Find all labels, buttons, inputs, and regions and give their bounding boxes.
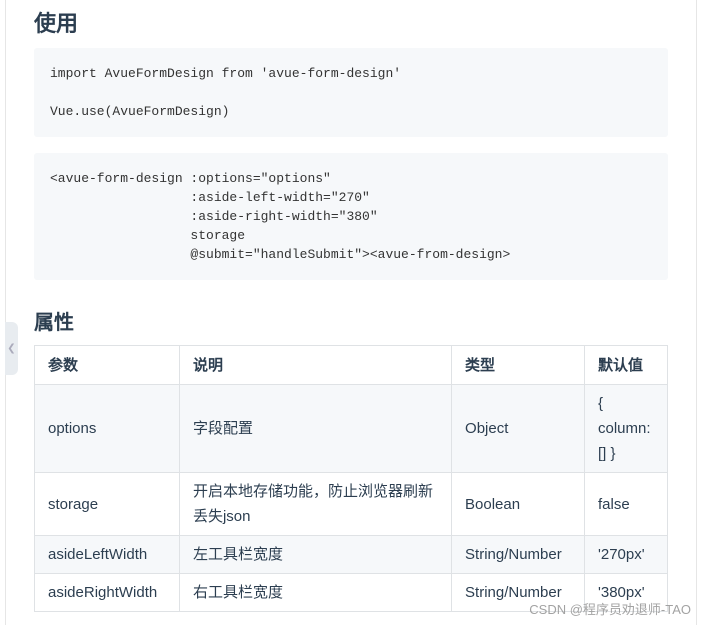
cell-default: '270px': [583, 535, 669, 574]
cell-type: Object: [451, 384, 585, 473]
code-block-usage: <avue-form-design :options="options" :as…: [34, 153, 668, 280]
cell-type: String/Number: [451, 535, 585, 574]
cell-param: options: [34, 384, 180, 473]
header-type: 类型: [451, 345, 585, 385]
cell-default: { column: [] }: [583, 384, 669, 473]
table-row: asideLeftWidth 左工具栏宽度 String/Number '270…: [34, 535, 669, 574]
usage-heading: 使用: [34, 11, 79, 36]
cell-param: storage: [34, 472, 180, 536]
header-desc: 说明: [178, 345, 453, 385]
code-block-import: import AvueFormDesign from 'avue-form-de…: [34, 48, 668, 137]
watermark: CSDN @程序员劝退师-TAO: [529, 602, 691, 617]
sidebar-toggle[interactable]: ❮: [5, 322, 18, 375]
chevron-left-icon: ❮: [7, 343, 16, 354]
cell-type: Boolean: [451, 472, 585, 536]
header-default: 默认值: [583, 345, 669, 385]
cell-param: asideRightWidth: [34, 573, 180, 612]
cell-desc: 右工具栏宽度: [178, 573, 453, 612]
header-param: 参数: [34, 345, 180, 385]
table-row: storage 开启本地存储功能，防止浏览器刷新丢失json Boolean f…: [34, 472, 669, 536]
props-heading: 属性: [34, 312, 74, 334]
table-header: 参数 说明 类型 默认值: [34, 345, 669, 385]
props-table: 参数 说明 类型 默认值 options 字段配置 Object { colum…: [34, 345, 669, 612]
cell-param: asideLeftWidth: [34, 535, 180, 574]
cell-default: false: [583, 472, 669, 536]
cell-desc: 开启本地存储功能，防止浏览器刷新丢失json: [178, 472, 453, 536]
cell-desc: 左工具栏宽度: [178, 535, 453, 574]
table-row: options 字段配置 Object { column: [] }: [34, 384, 669, 473]
cell-desc: 字段配置: [178, 384, 453, 473]
